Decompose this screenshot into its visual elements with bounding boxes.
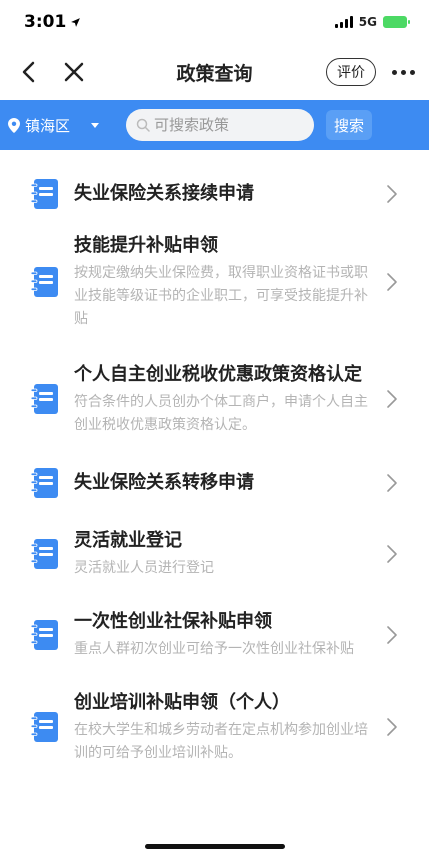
list-item[interactable]: 失业保险关系接续申请 <box>0 168 429 220</box>
list-item[interactable]: 个人自主创业税收优惠政策资格认定 符合条件的人员创办个体工商户，申请个人自主创业… <box>0 343 429 451</box>
item-description: 重点人群初次创业可给予一次性创业社保补贴 <box>74 641 354 657</box>
policy-list: 失业保险关系接续申请 技能提升补贴申领 按规定缴纳失业保险费，取得职业资格证书或… <box>0 150 429 773</box>
item-description: 灵活就业人员进行登记 <box>74 560 214 576</box>
list-item[interactable]: 失业保险关系转移申请 <box>0 451 429 513</box>
item-title: 一次性创业社保补贴申领 <box>74 611 272 632</box>
list-item[interactable]: 创业培训补贴申领（个人） 在校大学生和城乡劳动者在定点机构参加创业培训的可给予创… <box>0 675 429 773</box>
list-item[interactable]: 灵活就业登记 灵活就业人员进行登记 <box>0 513 429 594</box>
status-bar: 3:01 5G <box>0 0 429 44</box>
chevron-right-icon <box>385 625 399 645</box>
location-arrow-icon <box>71 17 81 27</box>
item-description: 在校大学生和城乡劳动者在定点机构参加创业培训的可给予创业培训补贴。 <box>74 722 368 761</box>
document-icon <box>30 178 64 210</box>
nav-bar: 政策查询 评价 <box>0 44 429 100</box>
item-title: 个人自主创业税收优惠政策资格认定 <box>74 364 362 385</box>
search-icon <box>136 118 150 132</box>
more-dot-icon <box>410 69 415 75</box>
close-button[interactable] <box>60 58 88 86</box>
status-indicators: 5G <box>334 15 410 29</box>
location-pin-icon <box>8 117 20 133</box>
status-time: 3:01 <box>24 12 81 32</box>
search-bar: 镇海区 搜索 <box>0 100 429 150</box>
signal-icon <box>334 16 353 28</box>
chevron-left-icon <box>22 61 35 83</box>
document-icon <box>30 383 64 415</box>
list-item[interactable]: 一次性创业社保补贴申领 重点人群初次创业可给予一次性创业社保补贴 <box>0 594 429 675</box>
chevron-right-icon <box>385 389 399 409</box>
chevron-right-icon <box>385 272 399 292</box>
item-title: 失业保险关系转移申请 <box>74 472 254 493</box>
chevron-right-icon <box>385 544 399 564</box>
item-title: 技能提升补贴申领 <box>74 235 218 256</box>
document-icon <box>30 467 64 499</box>
item-title: 失业保险关系接续申请 <box>74 183 254 204</box>
rate-button[interactable]: 评价 <box>326 58 376 86</box>
network-label: 5G <box>358 15 377 29</box>
item-title: 创业培训补贴申领（个人） <box>74 692 290 713</box>
battery-icon <box>383 16 410 28</box>
time-text: 3:01 <box>24 12 67 32</box>
region-label: 镇海区 <box>25 116 71 135</box>
search-box[interactable] <box>126 109 314 141</box>
document-icon <box>30 538 64 570</box>
document-icon <box>30 619 64 651</box>
document-icon <box>30 711 64 743</box>
item-description: 按规定缴纳失业保险费，取得职业资格证书或职业技能等级证书的企业职工，可享受技能提… <box>74 265 368 327</box>
home-indicator <box>144 844 285 849</box>
search-input[interactable] <box>154 116 304 134</box>
chevron-right-icon <box>385 717 399 737</box>
back-button[interactable] <box>14 58 42 86</box>
item-title: 灵活就业登记 <box>74 530 182 551</box>
more-dot-icon <box>401 69 406 75</box>
item-description: 符合条件的人员创办个体工商户，申请个人自主创业税收优惠政策资格认定。 <box>74 394 368 433</box>
document-icon <box>30 266 64 298</box>
close-icon <box>64 62 84 82</box>
search-button[interactable]: 搜索 <box>326 110 373 140</box>
chevron-right-icon <box>385 473 399 493</box>
region-selector[interactable]: 镇海区 <box>8 115 126 136</box>
list-item[interactable]: 技能提升补贴申领 按规定缴纳失业保险费，取得职业资格证书或职业技能等级证书的企业… <box>0 220 429 343</box>
more-button[interactable] <box>392 69 415 75</box>
caret-down-icon <box>91 122 100 128</box>
more-dot-icon <box>392 69 397 75</box>
chevron-right-icon <box>385 184 399 204</box>
